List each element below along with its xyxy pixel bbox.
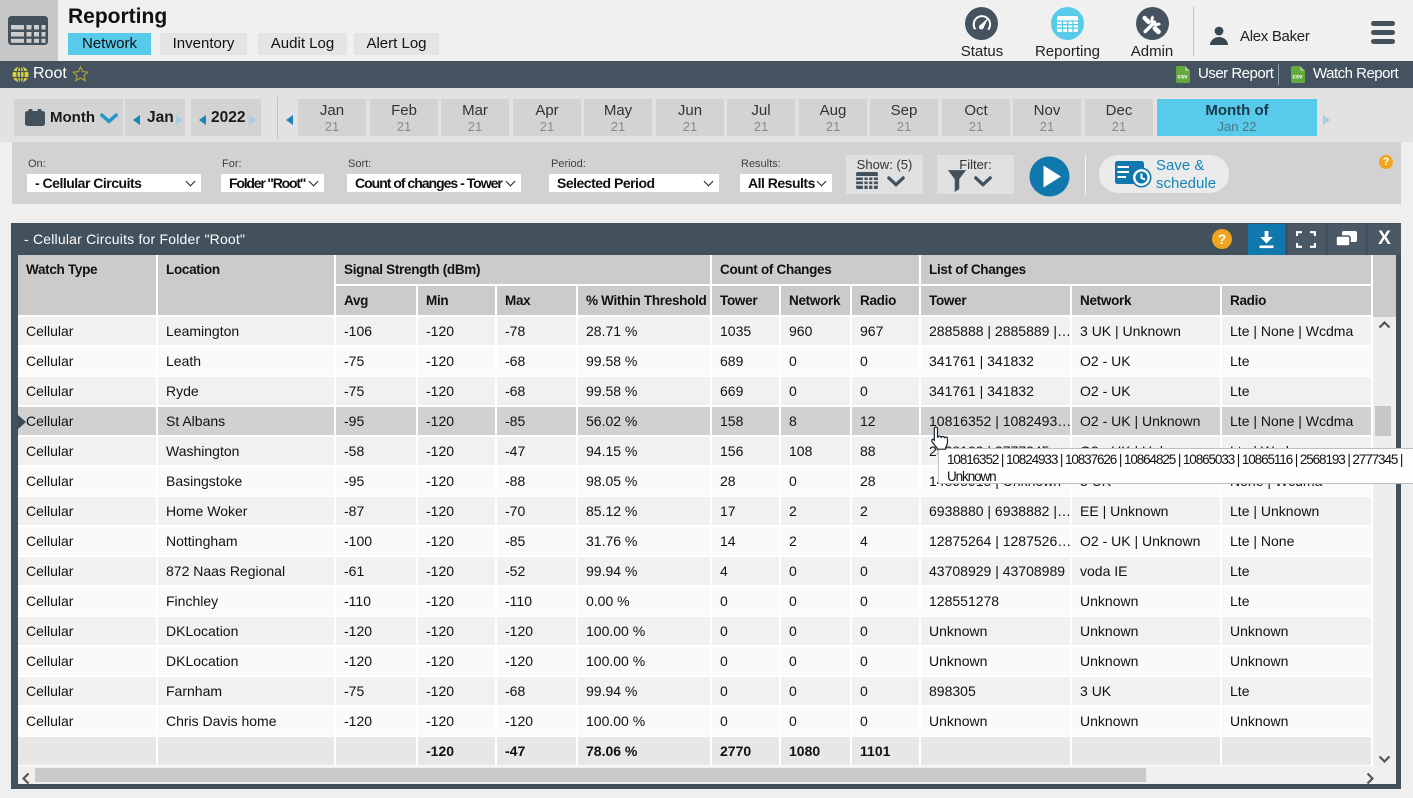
- svg-text:csv: csv: [1177, 75, 1188, 81]
- svg-text:csv: csv: [1292, 75, 1303, 81]
